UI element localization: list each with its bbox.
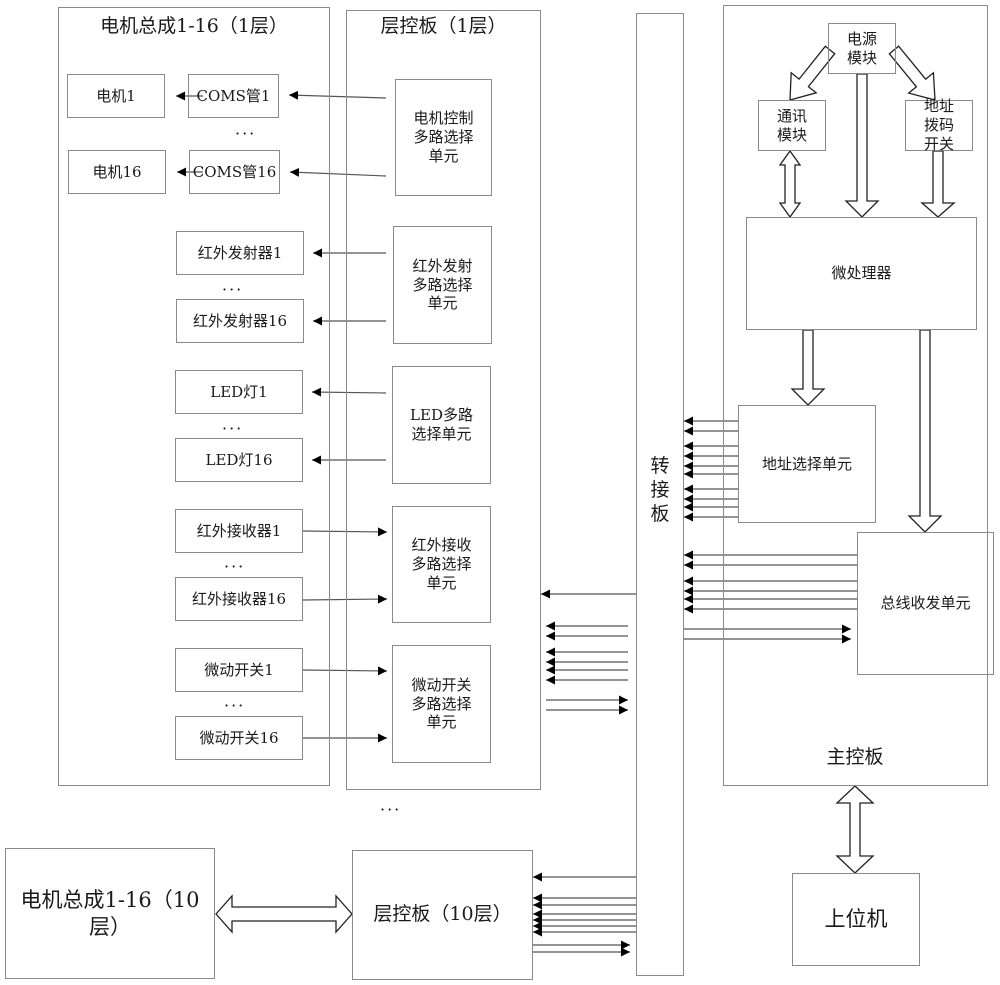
main-board-title: 主控板 xyxy=(826,746,884,769)
micro-switch-16-block: 微动开关16 xyxy=(175,716,303,760)
led-mux-unit: LED多路 选择单元 xyxy=(392,366,491,484)
ir-emitter-16-block: 红外发射器16 xyxy=(176,299,304,343)
comm-module-block: 通讯 模块 xyxy=(758,100,826,151)
layer1-motor-assembly-title: 电机总成1-16（1层） xyxy=(100,15,288,38)
host-computer-block: 上位机 xyxy=(792,873,920,966)
led-1-block: LED灯1 xyxy=(175,370,303,414)
coms-tube-1-block: COMS管1 xyxy=(188,74,279,118)
micro-switch-ellipsis: ··· xyxy=(224,696,246,715)
layer10-control-board-block: 层控板（10层） xyxy=(352,850,533,980)
motor-16-block: 电机16 xyxy=(68,150,166,194)
micro-switch-mux-unit: 微动开关 多路选择 单元 xyxy=(392,645,491,763)
ir-emitter-1-block: 红外发射器1 xyxy=(176,231,304,275)
transfer-board-title: 转 接 板 xyxy=(650,455,670,525)
system-block-diagram: 电机总成1-16（1层） 电机1 COMS管1 ··· 电机16 COMS管16… xyxy=(0,0,1000,985)
microprocessor-block: 微处理器 xyxy=(746,217,977,330)
ir-emit-mux-unit: 红外发射 多路选择 单元 xyxy=(393,226,492,344)
ir-receiver-ellipsis: ··· xyxy=(224,557,246,576)
ir-receiver-16-block: 红外接收器16 xyxy=(175,577,303,621)
motor-1-block: 电机1 xyxy=(67,74,165,118)
ir-receive-mux-unit: 红外接收 多路选择 单元 xyxy=(392,506,491,623)
led-16-block: LED灯16 xyxy=(175,438,303,482)
led-ellipsis: ··· xyxy=(222,419,244,438)
layer10-assembly-board-bidirectional-arrow xyxy=(215,894,353,934)
coms-tube-16-block: COMS管16 xyxy=(189,150,280,194)
address-select-unit-block: 地址选择单元 xyxy=(738,405,876,523)
layer1-control-board-title: 层控板（1层） xyxy=(380,15,507,38)
ir-emitter-ellipsis: ··· xyxy=(222,280,244,299)
layer10-motor-assembly-block: 电机总成1-16（10 层） xyxy=(5,848,215,979)
main-board-host-bidirectional-arrow xyxy=(835,785,875,874)
coms-ellipsis: ··· xyxy=(235,124,257,143)
bus-transceiver-unit-block: 总线收发单元 xyxy=(857,532,994,675)
power-module-block: 电源 模块 xyxy=(828,23,896,74)
motor-control-mux-unit: 电机控制 多路选择 单元 xyxy=(395,79,492,196)
layers-ellipsis: ··· xyxy=(380,800,402,819)
ir-receiver-1-block: 红外接收器1 xyxy=(175,509,303,553)
address-dip-switch-block: 地址 拨码 开关 xyxy=(905,97,973,153)
micro-switch-1-block: 微动开关1 xyxy=(175,648,303,692)
